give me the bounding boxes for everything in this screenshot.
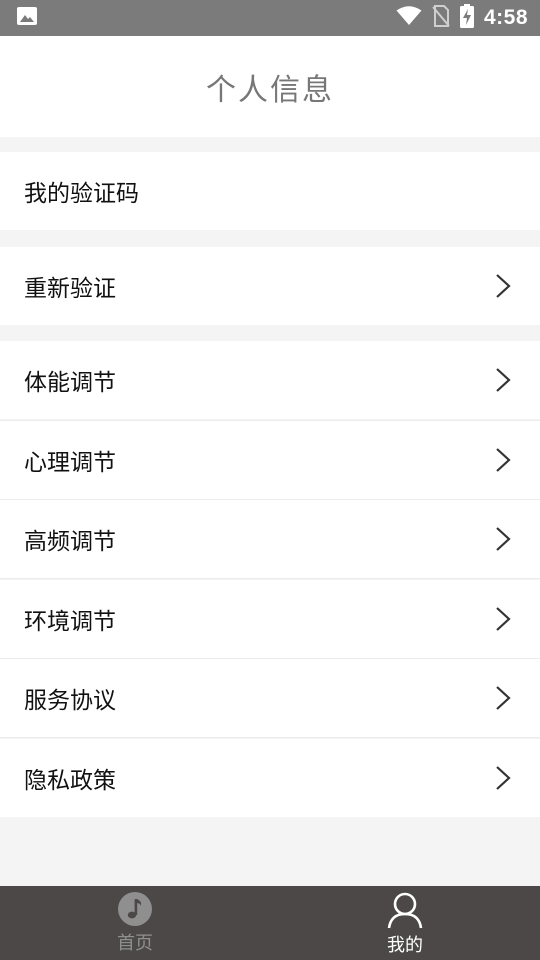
wifi-icon: [396, 6, 422, 30]
list-item-label: 隐私政策: [24, 768, 116, 794]
list-item-service-agreement[interactable]: 服务协议: [0, 659, 540, 737]
bottom-tab-bar: 首页 我的: [0, 886, 540, 960]
divider: [0, 578, 540, 579]
list-item-label: 环境调节: [24, 609, 116, 635]
no-sim-icon: [432, 5, 450, 31]
status-time: 4:58: [483, 6, 528, 29]
list-item-label: 心理调节: [24, 450, 116, 476]
chevron-right-icon: [496, 527, 511, 551]
reverify-row[interactable]: 重新验证: [0, 247, 540, 325]
person-icon: [387, 892, 423, 929]
chevron-right-icon: [496, 607, 511, 631]
page-title: 个人信息: [206, 72, 334, 108]
tab-home-label: 首页: [117, 933, 153, 954]
verify-code-label: 我的验证码: [24, 181, 139, 207]
tab-mine[interactable]: 我的: [270, 886, 540, 960]
verify-code-row[interactable]: 我的验证码: [0, 152, 540, 230]
tab-mine-label: 我的: [387, 935, 423, 956]
list-item-label: 高频调节: [24, 529, 116, 555]
list-item-environment[interactable]: 环境调节: [0, 580, 540, 658]
list-item-privacy-policy[interactable]: 隐私政策: [0, 739, 540, 817]
status-bar: 4:58: [0, 0, 540, 36]
chevron-right-icon: [496, 448, 511, 472]
music-note-icon: [118, 892, 152, 926]
chevron-right-icon: [496, 274, 511, 298]
list-item-physical[interactable]: 体能调节: [0, 341, 540, 419]
image-icon: [16, 6, 38, 30]
divider: [0, 737, 540, 738]
battery-charging-icon: [459, 4, 474, 32]
tab-home[interactable]: 首页: [0, 886, 270, 960]
page-header: 个人信息: [0, 36, 540, 137]
list-item-frequency[interactable]: 高频调节: [0, 500, 540, 578]
list-item-label: 服务协议: [24, 688, 116, 714]
reverify-label: 重新验证: [24, 276, 116, 302]
chevron-right-icon: [496, 766, 511, 790]
list-item-label: 体能调节: [24, 370, 116, 396]
chevron-right-icon: [496, 686, 511, 710]
chevron-right-icon: [496, 368, 511, 392]
list-item-psychology[interactable]: 心理调节: [0, 421, 540, 499]
